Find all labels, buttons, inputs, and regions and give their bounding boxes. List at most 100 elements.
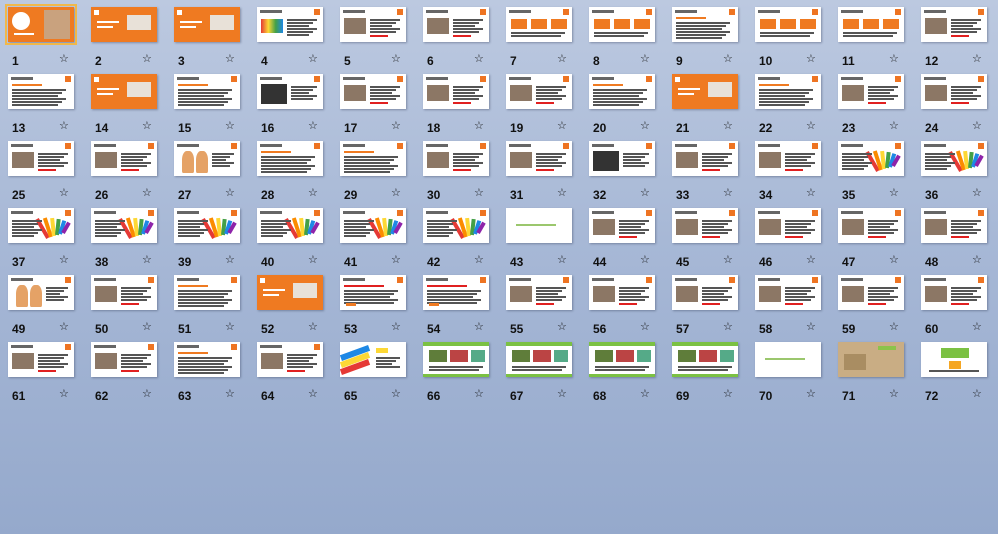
slide-preview[interactable]: [340, 7, 406, 42]
animation-star-icon[interactable]: ☆: [308, 254, 318, 266]
slide-thumbnail-26[interactable]: 26 ☆: [85, 139, 168, 205]
animation-star-icon[interactable]: ☆: [640, 388, 650, 400]
slide-thumbnail-22[interactable]: 22 ☆: [749, 72, 832, 138]
slide-thumbnail-2[interactable]: 2 ☆: [85, 5, 168, 71]
animation-star-icon[interactable]: ☆: [723, 388, 733, 400]
animation-star-icon[interactable]: ☆: [225, 53, 235, 65]
slide-thumbnail-66[interactable]: 66 ☆: [417, 340, 500, 406]
slide-thumbnail-32[interactable]: 32 ☆: [583, 139, 666, 205]
animation-star-icon[interactable]: ☆: [59, 187, 69, 199]
slide-thumbnail-46[interactable]: 46 ☆: [749, 206, 832, 272]
slide-preview[interactable]: [838, 275, 904, 310]
slide-thumbnail-7[interactable]: 7 ☆: [500, 5, 583, 71]
animation-star-icon[interactable]: ☆: [59, 254, 69, 266]
slide-thumbnail-10[interactable]: 10 ☆: [749, 5, 832, 71]
slide-preview[interactable]: [755, 275, 821, 310]
slide-thumbnail-54[interactable]: 54 ☆: [417, 273, 500, 339]
slide-preview[interactable]: [838, 342, 904, 377]
slide-preview[interactable]: [257, 74, 323, 109]
animation-star-icon[interactable]: ☆: [806, 321, 816, 333]
slide-thumbnail-37[interactable]: 37 ☆: [2, 206, 85, 272]
slide-thumbnail-41[interactable]: 41 ☆: [334, 206, 417, 272]
animation-star-icon[interactable]: ☆: [391, 388, 401, 400]
slide-thumbnail-19[interactable]: 19 ☆: [500, 72, 583, 138]
slide-thumbnail-59[interactable]: 59 ☆: [832, 273, 915, 339]
animation-star-icon[interactable]: ☆: [640, 187, 650, 199]
animation-star-icon[interactable]: ☆: [723, 187, 733, 199]
animation-star-icon[interactable]: ☆: [308, 53, 318, 65]
slide-thumbnail-9[interactable]: 9 ☆: [666, 5, 749, 71]
slide-preview[interactable]: [506, 342, 572, 377]
animation-star-icon[interactable]: ☆: [723, 120, 733, 132]
slide-preview[interactable]: [506, 141, 572, 176]
slide-thumbnail-50[interactable]: 50 ☆: [85, 273, 168, 339]
slide-preview[interactable]: [921, 7, 987, 42]
animation-star-icon[interactable]: ☆: [557, 187, 567, 199]
slide-thumbnail-64[interactable]: 64 ☆: [251, 340, 334, 406]
slide-preview[interactable]: [755, 342, 821, 377]
slide-preview[interactable]: [506, 208, 572, 243]
slide-thumbnail-6[interactable]: 6 ☆: [417, 5, 500, 71]
animation-star-icon[interactable]: ☆: [225, 187, 235, 199]
slide-preview[interactable]: [921, 342, 987, 377]
animation-star-icon[interactable]: ☆: [391, 120, 401, 132]
slide-preview[interactable]: [8, 275, 74, 310]
animation-star-icon[interactable]: ☆: [142, 53, 152, 65]
slide-preview[interactable]: [5, 4, 77, 45]
slide-preview[interactable]: [91, 74, 157, 109]
slide-thumbnail-13[interactable]: 13 ☆: [2, 72, 85, 138]
animation-star-icon[interactable]: ☆: [557, 53, 567, 65]
slide-thumbnail-40[interactable]: 40 ☆: [251, 206, 334, 272]
slide-thumbnail-24[interactable]: 24 ☆: [915, 72, 998, 138]
slide-preview[interactable]: [257, 342, 323, 377]
slide-thumbnail-16[interactable]: 16 ☆: [251, 72, 334, 138]
slide-preview[interactable]: [589, 7, 655, 42]
slide-thumbnail-15[interactable]: 15 ☆: [168, 72, 251, 138]
slide-thumbnail-70[interactable]: 70 ☆: [749, 340, 832, 406]
slide-thumbnail-68[interactable]: 68 ☆: [583, 340, 666, 406]
animation-star-icon[interactable]: ☆: [972, 388, 982, 400]
animation-star-icon[interactable]: ☆: [474, 53, 484, 65]
slide-thumbnail-60[interactable]: 60 ☆: [915, 273, 998, 339]
slide-thumbnail-57[interactable]: 57 ☆: [666, 273, 749, 339]
slide-preview[interactable]: [340, 208, 406, 243]
slide-thumbnail-33[interactable]: 33 ☆: [666, 139, 749, 205]
slide-thumbnail-72[interactable]: 72 ☆: [915, 340, 998, 406]
slide-preview[interactable]: [755, 74, 821, 109]
slide-preview[interactable]: [589, 275, 655, 310]
slide-preview[interactable]: [506, 74, 572, 109]
slide-thumbnail-51[interactable]: 51 ☆: [168, 273, 251, 339]
slide-preview[interactable]: [257, 7, 323, 42]
animation-star-icon[interactable]: ☆: [59, 321, 69, 333]
animation-star-icon[interactable]: ☆: [640, 53, 650, 65]
slide-thumbnail-11[interactable]: 11 ☆: [832, 5, 915, 71]
slide-thumbnail-55[interactable]: 55 ☆: [500, 273, 583, 339]
animation-star-icon[interactable]: ☆: [308, 388, 318, 400]
animation-star-icon[interactable]: ☆: [557, 321, 567, 333]
slide-preview[interactable]: [91, 141, 157, 176]
slide-preview[interactable]: [838, 74, 904, 109]
slide-preview[interactable]: [174, 342, 240, 377]
animation-star-icon[interactable]: ☆: [391, 53, 401, 65]
slide-thumbnail-27[interactable]: 27 ☆: [168, 139, 251, 205]
animation-star-icon[interactable]: ☆: [806, 53, 816, 65]
animation-star-icon[interactable]: ☆: [972, 321, 982, 333]
animation-star-icon[interactable]: ☆: [972, 254, 982, 266]
slide-preview[interactable]: [174, 275, 240, 310]
slide-thumbnail-43[interactable]: 43 ☆: [500, 206, 583, 272]
animation-star-icon[interactable]: ☆: [557, 388, 567, 400]
slide-preview[interactable]: [423, 342, 489, 377]
slide-thumbnail-29[interactable]: 29 ☆: [334, 139, 417, 205]
slide-preview[interactable]: [755, 141, 821, 176]
slide-preview[interactable]: [8, 74, 74, 109]
slide-preview[interactable]: [8, 141, 74, 176]
animation-star-icon[interactable]: ☆: [889, 321, 899, 333]
slide-preview[interactable]: [340, 342, 406, 377]
animation-star-icon[interactable]: ☆: [640, 321, 650, 333]
slide-preview[interactable]: [672, 7, 738, 42]
slide-preview[interactable]: [257, 208, 323, 243]
slide-thumbnail-8[interactable]: 8 ☆: [583, 5, 666, 71]
animation-star-icon[interactable]: ☆: [225, 388, 235, 400]
slide-thumbnail-42[interactable]: 42 ☆: [417, 206, 500, 272]
slide-preview[interactable]: [8, 342, 74, 377]
